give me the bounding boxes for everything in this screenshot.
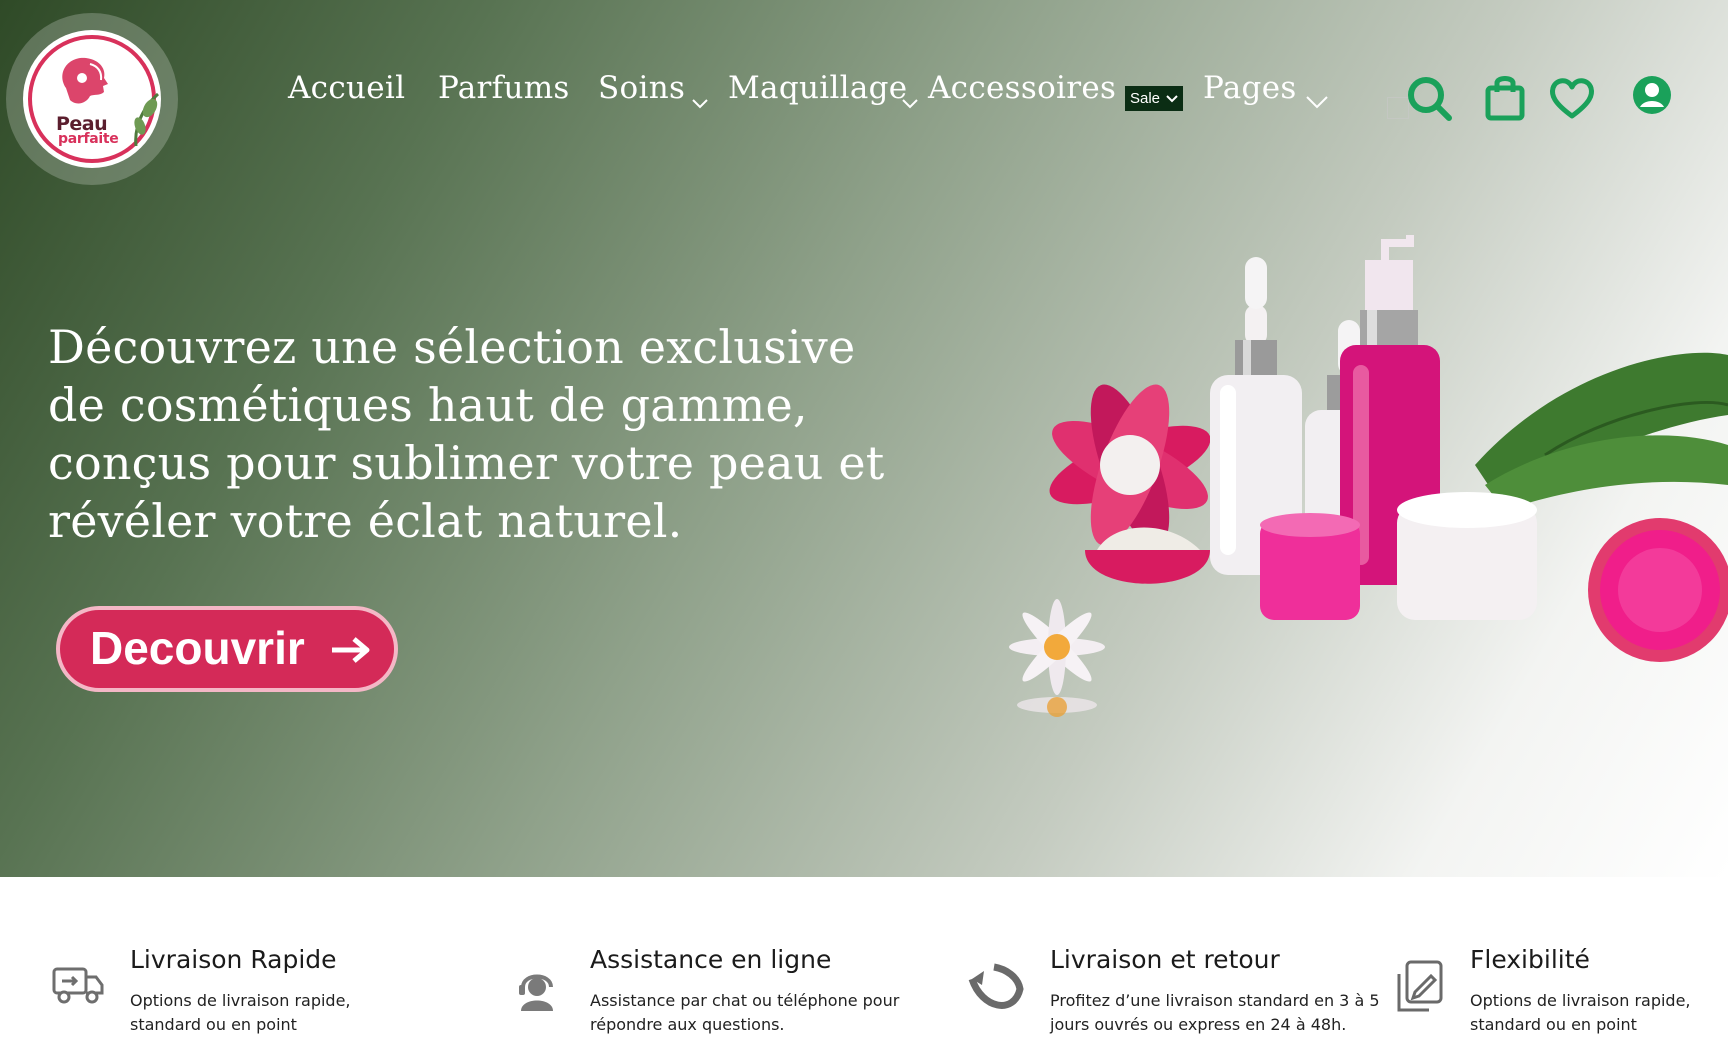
feature-description: Options de livraison rapide, standard ou… bbox=[130, 991, 351, 1034]
chevron-down-icon[interactable] bbox=[899, 96, 921, 110]
feature-description: Options de livraison rapide, standard ou… bbox=[1470, 991, 1691, 1034]
woman-profile-icon bbox=[62, 57, 108, 104]
leaf-icon bbox=[134, 92, 160, 147]
sale-badge-label: Sale bbox=[1130, 90, 1161, 107]
hero-section: Peau parfaite Accueil Parfums Soins Maqu… bbox=[0, 0, 1728, 877]
nav-parfums[interactable]: Parfums bbox=[438, 70, 570, 106]
pink-flower bbox=[1049, 384, 1211, 546]
feature-title: Livraison et retour bbox=[1050, 945, 1280, 974]
nav-soins[interactable]: Soins bbox=[598, 70, 685, 106]
truck-icon bbox=[52, 967, 104, 1004]
return-arrow-icon bbox=[968, 963, 1024, 1009]
hero-headline: Découvrez une sélection exclusive de cos… bbox=[48, 320, 885, 548]
search-icon[interactable] bbox=[1406, 75, 1454, 123]
feature-description: Profitez d’une livraison standard en 3 à… bbox=[1050, 991, 1380, 1034]
account-icon[interactable] bbox=[1632, 75, 1672, 115]
feature-title: Assistance en ligne bbox=[590, 945, 832, 974]
arrow-right-icon bbox=[332, 637, 370, 663]
nav-pages[interactable]: Pages bbox=[1203, 70, 1297, 106]
feature-title: Livraison Rapide bbox=[130, 945, 337, 974]
discover-button[interactable]: Decouvrir bbox=[56, 606, 398, 692]
logo-word-parfaite: parfaite bbox=[58, 131, 119, 147]
feature-description: Assistance par chat ou téléphone pour ré… bbox=[590, 991, 900, 1034]
cosmetic-products-image bbox=[1009, 235, 1728, 717]
discover-button-label: Decouvrir bbox=[90, 622, 305, 674]
nav-accueil[interactable]: Accueil bbox=[288, 70, 405, 106]
heart-icon[interactable] bbox=[1548, 76, 1596, 120]
chevron-down-icon[interactable] bbox=[689, 96, 711, 110]
sale-badge[interactable]: Sale bbox=[1125, 86, 1183, 111]
support-headset-icon bbox=[519, 974, 553, 1011]
flexibility-icon bbox=[1397, 960, 1443, 1012]
chevron-down-icon bbox=[1166, 95, 1178, 103]
white-daisy bbox=[1009, 599, 1105, 717]
nav-accessoires[interactable]: Accessoires bbox=[928, 70, 1116, 106]
shopping-bag-icon[interactable] bbox=[1484, 72, 1526, 122]
chevron-down-icon[interactable] bbox=[1304, 94, 1330, 110]
nav-maquillage[interactable]: Maquillage bbox=[728, 70, 907, 106]
feature-title: Flexibilité bbox=[1470, 945, 1590, 974]
